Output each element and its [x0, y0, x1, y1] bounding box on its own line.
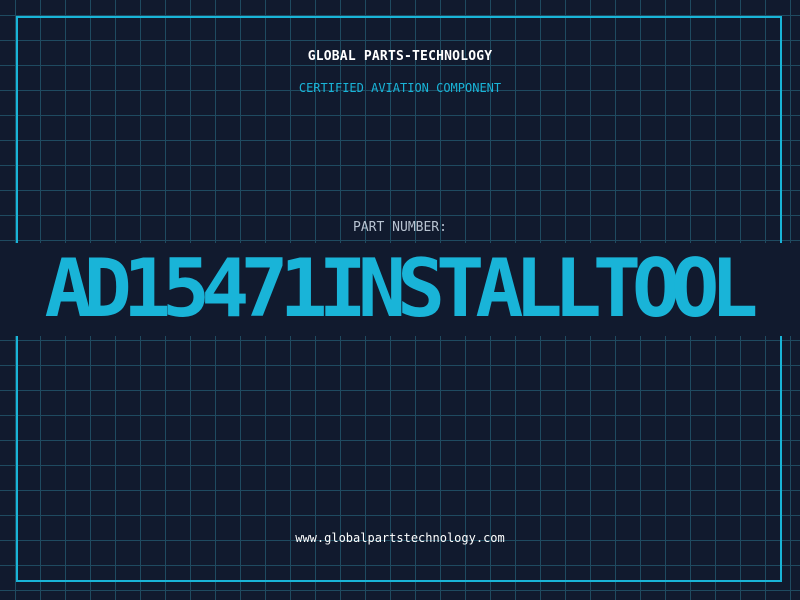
brand-title: GLOBAL PARTS-TECHNOLOGY [307, 49, 493, 64]
part-number-label: PART NUMBER: [353, 220, 447, 235]
label-canvas: GLOBAL PARTS-TECHNOLOGY CERTIFIED AVIATI… [0, 0, 800, 600]
part-number-value: AD15471INSTALLTOOL [44, 242, 759, 335]
website-url: www.globalpartstechnology.com [295, 531, 505, 545]
certification-subtitle: CERTIFIED AVIATION COMPONENT [298, 81, 502, 95]
